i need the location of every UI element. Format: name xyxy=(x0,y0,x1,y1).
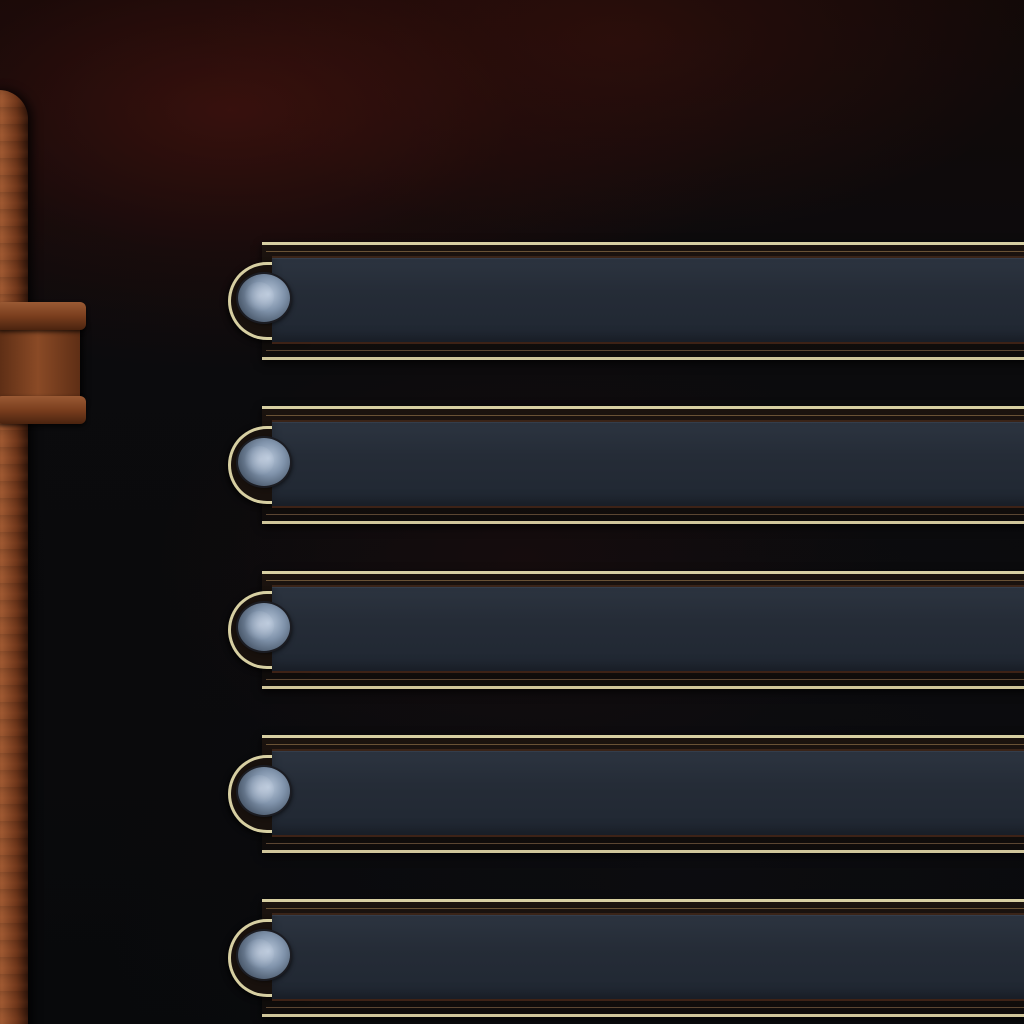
menu-slot-4[interactable] xyxy=(226,735,1024,853)
slot-pearl-button[interactable] xyxy=(238,274,290,322)
slot-pearl-button[interactable] xyxy=(238,438,290,486)
pipe-clamp-band xyxy=(0,302,86,330)
pipe-clamp-body xyxy=(0,322,80,406)
menu-slot-1[interactable] xyxy=(226,242,1024,360)
slot-panel[interactable] xyxy=(272,256,1024,344)
pipe-clamp-band xyxy=(0,396,86,424)
game-menu-screen xyxy=(0,0,1024,1024)
slot-panel[interactable] xyxy=(272,749,1024,837)
menu-slot-3[interactable] xyxy=(226,571,1024,689)
slot-panel[interactable] xyxy=(272,913,1024,1001)
slot-pearl-button[interactable] xyxy=(238,603,290,651)
slot-panel[interactable] xyxy=(272,585,1024,673)
slot-panel[interactable] xyxy=(272,420,1024,508)
slot-pearl-button[interactable] xyxy=(238,931,290,979)
menu-slot-5[interactable] xyxy=(226,899,1024,1017)
slot-pearl-button[interactable] xyxy=(238,767,290,815)
rusty-pipe xyxy=(0,90,28,1024)
menu-slot-2[interactable] xyxy=(226,406,1024,524)
pipe-clamp xyxy=(0,300,88,432)
